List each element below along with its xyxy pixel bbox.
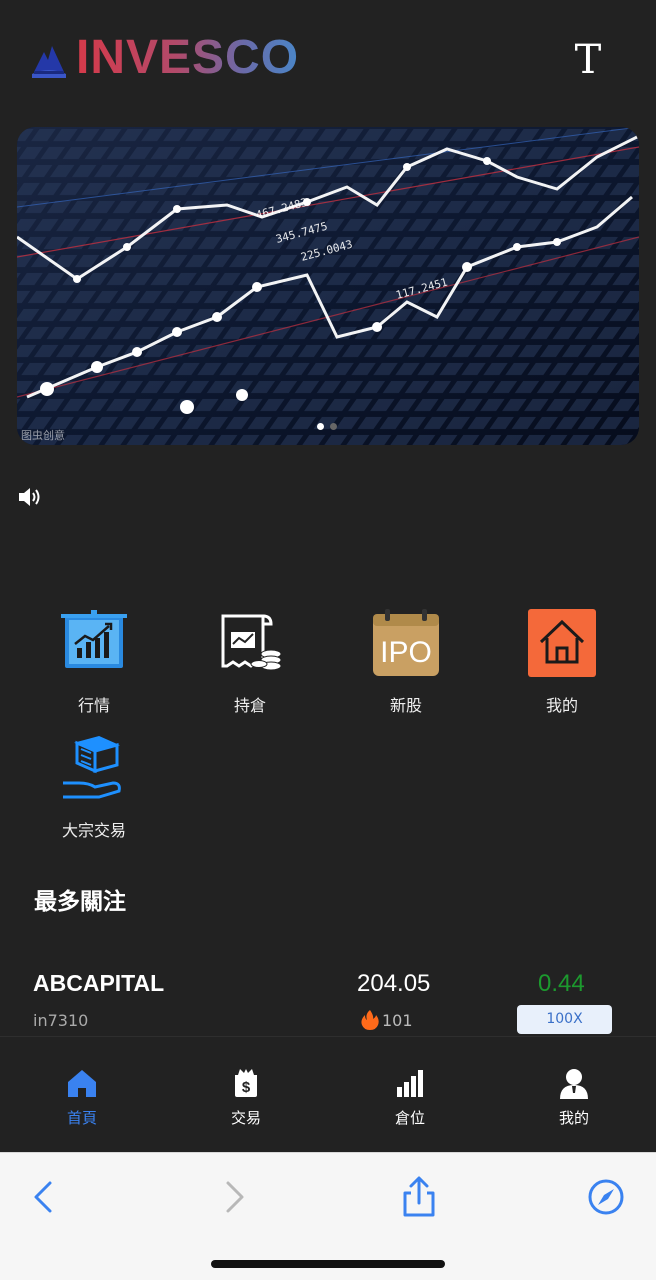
menu-item-label: 持倉 bbox=[233, 696, 266, 715]
menu-item-label: 大宗交易 bbox=[61, 821, 126, 840]
tab-trade[interactable]: $ 交易 bbox=[201, 1067, 291, 1128]
home-icon bbox=[528, 609, 596, 677]
app-header: INVESCO T bbox=[0, 0, 656, 120]
most-followed-title: 最多關注 bbox=[34, 889, 126, 915]
compass-icon[interactable] bbox=[584, 1175, 628, 1219]
menu-item-ipo[interactable]: IPO 新股 bbox=[346, 608, 466, 718]
tab-label: 我的 bbox=[558, 1109, 589, 1127]
stock-change: 0.44 bbox=[538, 970, 585, 997]
menu-item-mine[interactable]: 我的 bbox=[502, 608, 622, 718]
menu-item-label: 我的 bbox=[545, 696, 578, 715]
leverage-badge[interactable]: 100X bbox=[517, 1005, 612, 1034]
tab-mine[interactable]: 我的 bbox=[529, 1067, 619, 1128]
holdings-receipt-icon bbox=[221, 614, 282, 671]
home-tab-icon bbox=[68, 1070, 96, 1097]
user-icon bbox=[560, 1069, 588, 1099]
forward-chevron-icon[interactable] bbox=[212, 1175, 256, 1219]
ipo-calendar-icon: IPO bbox=[373, 609, 439, 676]
carousel-dot-active[interactable] bbox=[317, 423, 324, 430]
banner-credit-watermark: 图虫创意 bbox=[21, 429, 65, 442]
carousel-dot[interactable] bbox=[330, 423, 337, 430]
stock-price: 204.05 bbox=[357, 970, 431, 997]
back-chevron-icon[interactable] bbox=[22, 1175, 66, 1219]
browser-toolbar bbox=[0, 1152, 656, 1280]
stock-list-item[interactable]: ABCAPITAL in7310 204.05 101 0.44 100X bbox=[0, 960, 656, 1036]
trade-bag-icon: $ bbox=[235, 1069, 257, 1097]
tab-label: 倉位 bbox=[394, 1109, 425, 1127]
position-bars-icon bbox=[397, 1070, 423, 1097]
svg-text:$: $ bbox=[242, 1079, 251, 1096]
share-icon[interactable] bbox=[397, 1175, 441, 1219]
bottom-tab-bar: 首頁 $ 交易 倉位 我的 bbox=[0, 1036, 656, 1152]
font-size-toggle-button[interactable]: T bbox=[568, 38, 608, 82]
menu-item-holdings[interactable]: 持倉 bbox=[190, 608, 310, 718]
fire-icon bbox=[361, 1010, 379, 1030]
block-trade-icon bbox=[63, 735, 121, 799]
carousel-dots bbox=[317, 423, 337, 430]
stock-heat-count: 101 bbox=[382, 1010, 413, 1030]
stock-heat: 101 bbox=[360, 1009, 413, 1031]
promo-banner[interactable]: 467.2483 345.7475 225.0043 117.2451 图虫创意 bbox=[17, 127, 639, 445]
tab-label: 首頁 bbox=[66, 1109, 97, 1127]
announcement-speaker-icon[interactable] bbox=[16, 484, 44, 510]
invesco-logo-icon bbox=[32, 46, 66, 78]
menu-item-label: 行情 bbox=[77, 696, 110, 715]
stock-name: ABCAPITAL bbox=[33, 970, 165, 996]
home-indicator bbox=[211, 1260, 445, 1268]
tab-label: 交易 bbox=[230, 1109, 261, 1127]
tab-home[interactable]: 首頁 bbox=[37, 1067, 127, 1128]
stock-chart-banner-image: 467.2483 345.7475 225.0043 117.2451 bbox=[17, 127, 639, 445]
market-chart-icon bbox=[61, 610, 127, 668]
ipo-icon-text: IPO bbox=[380, 636, 432, 669]
menu-item-market[interactable]: 行情 bbox=[34, 608, 154, 718]
menu-item-block-trade[interactable]: 大宗交易 bbox=[34, 733, 154, 843]
brand-logo-text: INVESCO bbox=[76, 31, 300, 84]
menu-item-label: 新股 bbox=[389, 696, 422, 715]
stock-code: in7310 bbox=[33, 1011, 89, 1030]
tab-position[interactable]: 倉位 bbox=[365, 1067, 455, 1128]
